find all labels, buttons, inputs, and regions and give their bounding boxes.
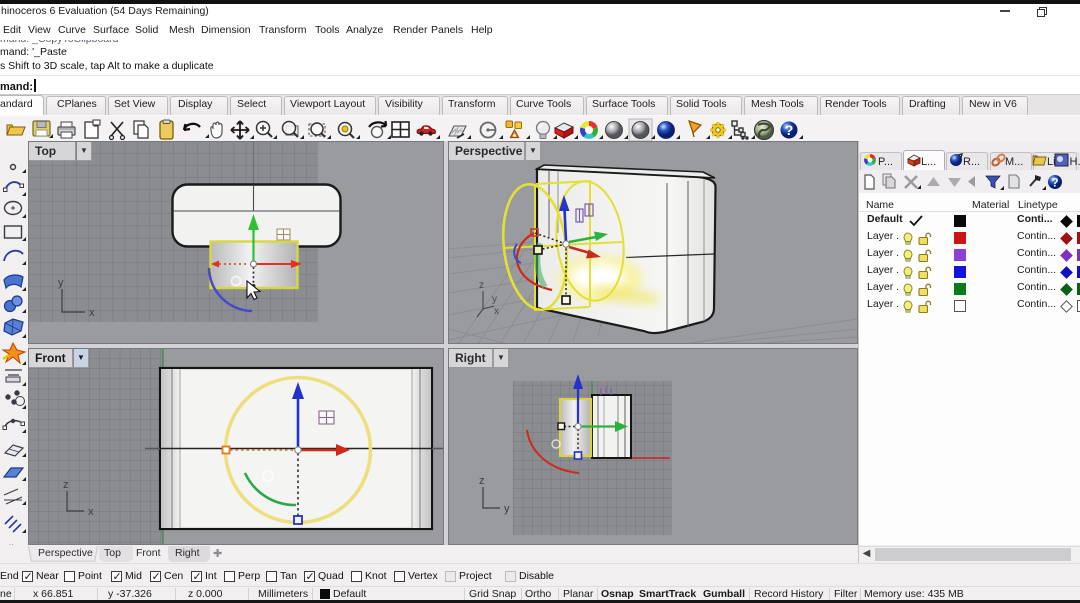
svg-text:x: x <box>89 307 95 319</box>
svg-text:?: ? <box>785 122 794 138</box>
svg-text:z: z <box>63 479 69 491</box>
svg-text:x: x <box>88 506 94 518</box>
svg-text:x: x <box>494 306 499 317</box>
svg-text:y: y <box>492 294 497 305</box>
svg-text:R...: R... <box>963 156 980 168</box>
svg-text:z: z <box>479 475 485 487</box>
svg-text:?: ? <box>1051 178 1058 190</box>
svg-text:y: y <box>504 503 510 515</box>
svg-text:z: z <box>479 280 484 291</box>
svg-text:M...: M... <box>1005 156 1023 168</box>
svg-text:P...: P... <box>878 156 893 168</box>
svg-text:y: y <box>58 277 64 289</box>
svg-text:H...: H... <box>1070 156 1080 168</box>
svg-text:L...: L... <box>921 156 936 168</box>
